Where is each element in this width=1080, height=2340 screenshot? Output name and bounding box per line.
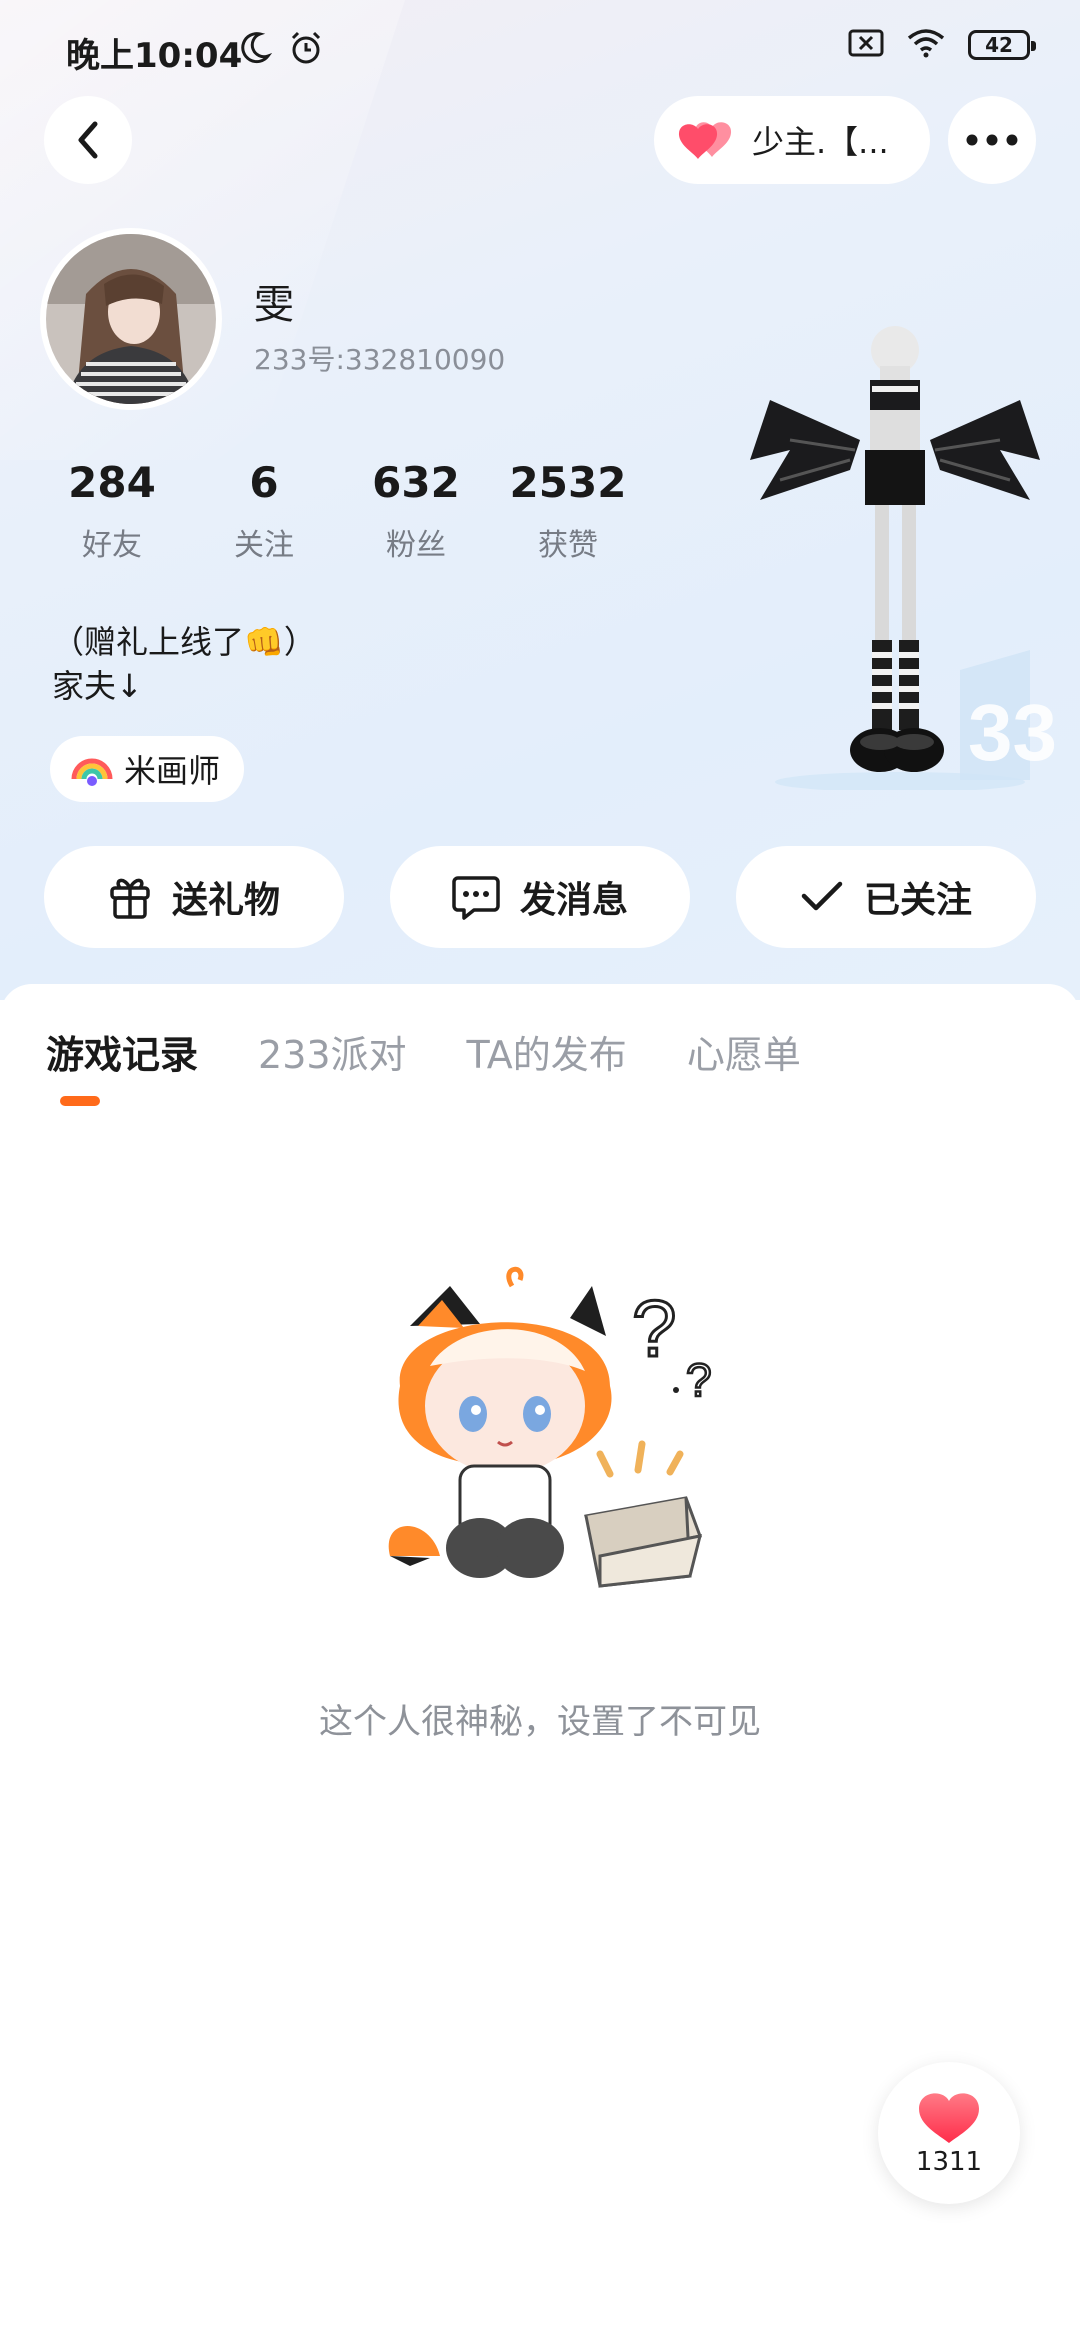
back-button[interactable] [44,96,132,184]
battery-icon: 42 [968,30,1036,60]
tab-game-records[interactable]: 游戏记录 [46,1024,198,1079]
svg-text:33: 33 [968,688,1057,777]
empty-state-text: 这个人很神秘，设置了不可见 [319,1702,761,1742]
avatar[interactable] [40,228,222,410]
couple-label: 少主.【... [752,123,889,161]
action-buttons: 送礼物 发消息 已关注 [44,846,1036,948]
svg-text:?: ? [632,1284,677,1373]
avatar-3d-figure[interactable]: 33 [730,310,1060,792]
status-time: 晚上10:04 [66,36,243,76]
stat-label: 好友 [82,528,142,564]
heart-icon [919,2093,979,2143]
bio-line: （赠礼上线了👊） [52,623,316,661]
empty-state-illustration: ? ? [370,1266,750,1626]
stat-label: 获赞 [538,528,598,564]
stat-likes[interactable]: 2532 获赞 [492,458,644,564]
like-button[interactable]: 1311 [878,2062,1020,2204]
stat-friends[interactable]: 284 好友 [36,458,188,564]
gift-icon [110,878,150,919]
do-not-disturb-icon [238,30,273,68]
stat-following[interactable]: 6 关注 [188,458,340,564]
tab-posts[interactable]: TA的发布 [467,1024,627,1079]
stat-value: 6 [249,458,279,507]
tab-wishlist[interactable]: 心愿单 [687,1024,801,1079]
profile-stats: 284 好友 6 关注 632 粉丝 2532 获赞 [36,458,644,564]
like-count: 1311 [915,2147,983,2177]
more-dots-icon [966,134,1018,146]
send-gift-button[interactable]: 送礼物 [44,846,344,948]
check-icon [801,881,843,911]
send-message-button[interactable]: 发消息 [390,846,690,948]
username: 雯 [254,282,294,328]
bio: （赠礼上线了👊） 家夫↓ [52,620,316,708]
stat-label: 粉丝 [386,528,446,564]
followed-label: 已关注 [863,880,972,921]
avatar-photo [46,234,216,404]
double-heart-icon [678,122,732,159]
stat-value: 632 [372,458,460,507]
followed-button[interactable]: 已关注 [736,846,1036,948]
identity-badge[interactable]: 米画师 [50,736,245,802]
battery-level: 42 [985,33,1013,57]
send-gift-label: 送礼物 [171,880,280,921]
stat-label: 关注 [234,528,294,564]
active-tab-indicator [60,1096,100,1106]
more-options-button[interactable] [948,96,1036,184]
stat-value: 284 [68,458,156,507]
no-sim-icon [848,28,884,62]
stat-value: 2532 [509,458,627,507]
chevron-left-icon [78,121,98,159]
bio-line: 家夫↓ [52,667,143,705]
stat-followers[interactable]: 632 粉丝 [340,458,492,564]
send-message-label: 发消息 [519,880,628,921]
tab-233-party[interactable]: 233派对 [258,1024,407,1079]
status-bar: 晚上10:04 42 [0,0,1080,100]
wifi-icon [906,28,946,62]
alarm-icon [288,30,324,70]
user-id[interactable]: 233号:332810090 [254,338,505,378]
rainbow-badge-icon [71,758,113,786]
couple-relation-pill[interactable]: 少主.【... [654,96,930,184]
svg-text:?: ? [686,1354,712,1406]
profile-tabs: 游戏记录 233派对 TA的发布 心愿单 [46,1024,801,1079]
badge-label: 米画师 [124,752,221,790]
chat-bubble-icon [452,876,500,920]
